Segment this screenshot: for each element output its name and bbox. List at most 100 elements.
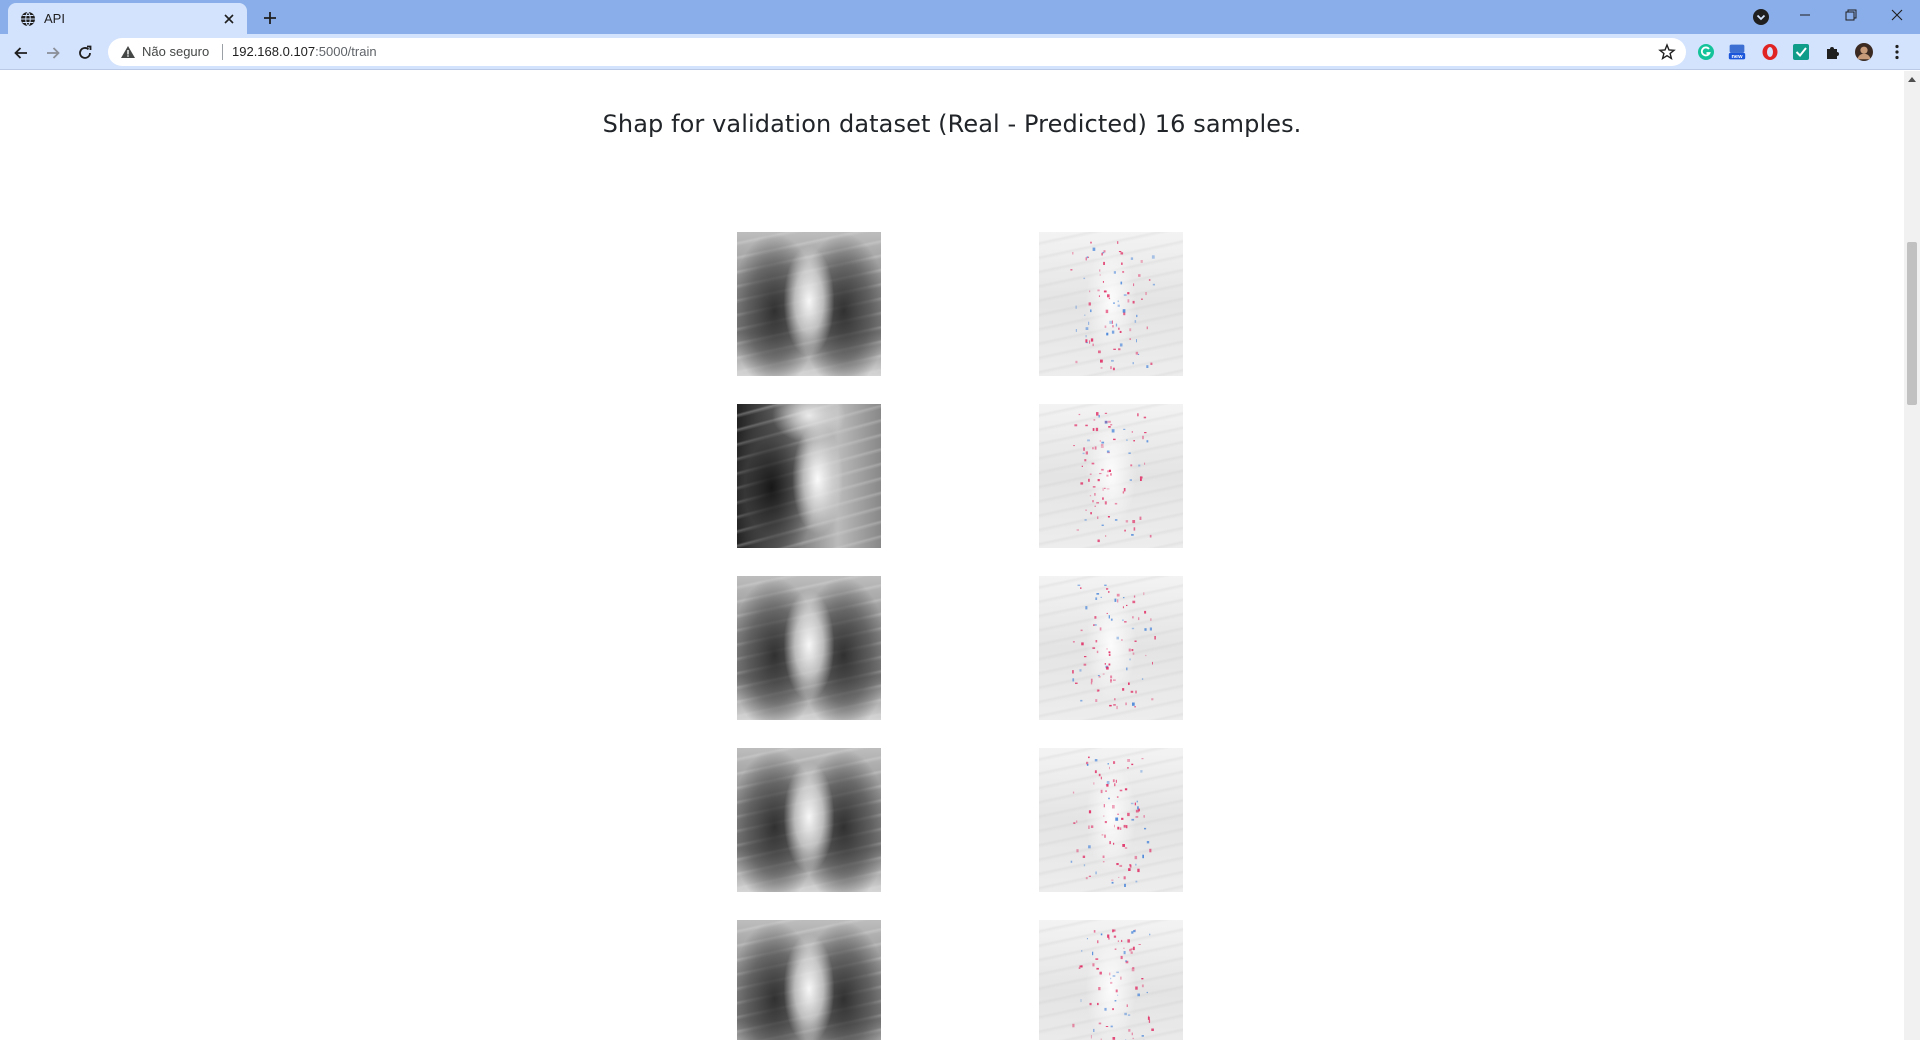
shap-speck (1099, 473, 1102, 475)
scrollbar-thumb[interactable] (1907, 242, 1917, 405)
security-label[interactable]: Não seguro (142, 44, 209, 60)
shap-speck (1129, 658, 1131, 661)
restore-icon[interactable] (1828, 0, 1874, 30)
warning-triangle-icon[interactable] (120, 44, 136, 60)
shap-speck (1078, 967, 1081, 969)
grammarly-icon[interactable] (1697, 43, 1715, 61)
address-bar[interactable]: Não seguro 192.168.0.107:5000/train (108, 38, 1686, 66)
shap-speck (1096, 650, 1099, 654)
shap-speck (1116, 863, 1119, 866)
star-icon[interactable] (1658, 43, 1676, 61)
shap-speck (1110, 424, 1113, 426)
shap-speck (1092, 428, 1095, 431)
shap-speck (1103, 804, 1105, 808)
shap-speck (1070, 269, 1073, 271)
shap-speck (1100, 446, 1104, 448)
shap-speck (1096, 412, 1099, 416)
shap-speck (1152, 283, 1155, 286)
scroll-up-arrow-icon[interactable] (1904, 71, 1920, 87)
shap-speck (1131, 534, 1134, 536)
shap-speck (1135, 986, 1138, 990)
minimize-icon[interactable] (1782, 0, 1828, 30)
url-text[interactable]: 192.168.0.107:5000/train (232, 44, 377, 60)
shap-speck (1095, 640, 1098, 643)
close-window-icon[interactable] (1874, 0, 1920, 30)
shap-speck (1152, 661, 1153, 665)
shap-speck (1083, 277, 1086, 280)
shap-speck (1131, 763, 1134, 766)
shap-speck (1141, 978, 1144, 980)
shap-speck (1075, 305, 1077, 309)
shap-speck (1111, 881, 1114, 884)
shap-speck (1131, 968, 1135, 972)
shap-speck (1126, 604, 1128, 606)
shap-speck (1116, 593, 1120, 597)
shap-speck (1099, 971, 1102, 975)
url-path: :5000/train (315, 44, 377, 59)
tab-search-icon[interactable] (1752, 8, 1770, 26)
shap-speck (1112, 975, 1116, 977)
shap-speck (1136, 800, 1138, 803)
arrow-left-icon[interactable] (10, 42, 32, 64)
puzzle-icon[interactable] (1824, 43, 1842, 61)
shap-speck (1135, 690, 1137, 694)
browser-tab[interactable]: API (8, 3, 247, 34)
shap-speck (1094, 446, 1097, 450)
shap-speck (1072, 791, 1075, 794)
shap-speck (1072, 1023, 1075, 1028)
checkmark-extension-icon[interactable] (1792, 43, 1810, 61)
shap-speck (1131, 818, 1135, 821)
shap-speck (1093, 1028, 1095, 1032)
shap-speck (1116, 971, 1119, 974)
shap-speck (1088, 810, 1092, 814)
kebab-menu-icon[interactable] (1888, 43, 1906, 61)
shap-speck (1088, 302, 1091, 306)
shap-speck (1131, 431, 1133, 433)
close-icon[interactable] (221, 11, 237, 27)
shap-speck (1080, 699, 1083, 702)
shap-speck (1116, 796, 1119, 798)
shap-speck (1132, 520, 1136, 524)
shap-speck (1104, 325, 1107, 328)
shap-speck (1120, 955, 1123, 960)
shap-speck (1112, 325, 1114, 328)
shap-speck (1114, 698, 1116, 701)
shap-speck (1090, 682, 1093, 685)
shap-speck (1085, 339, 1088, 343)
shap-speck (1092, 247, 1096, 251)
shap-speck (1151, 255, 1155, 259)
arrow-right-icon[interactable] (42, 42, 64, 64)
shap-map-image (1039, 576, 1183, 720)
shap-speck (1127, 299, 1130, 303)
shap-speck (1125, 960, 1127, 962)
shap-speck (1113, 302, 1115, 304)
shap-speck (1105, 535, 1107, 537)
shap-speck (1097, 479, 1100, 482)
shap-speck (1104, 412, 1108, 414)
shap-speck (1085, 877, 1088, 880)
extension-new-icon[interactable]: new (1728, 43, 1746, 61)
shap-speck (1094, 759, 1098, 762)
shap-speck (1091, 462, 1095, 465)
shap-speck (1123, 951, 1126, 955)
shap-speck (1123, 428, 1126, 430)
shap-speck (1138, 944, 1141, 945)
shap-speck (1124, 788, 1128, 791)
reload-icon[interactable] (74, 42, 96, 64)
shap-speck (1084, 656, 1087, 658)
shap-speck (1118, 876, 1120, 878)
shap-speck (1078, 413, 1081, 416)
shap-speck (1108, 937, 1110, 940)
shap-speck (1134, 320, 1137, 323)
shap-speck (1090, 338, 1094, 342)
opera-icon[interactable] (1761, 43, 1779, 61)
shap-speck (1132, 362, 1134, 365)
shap-speck (1095, 597, 1098, 600)
plus-icon[interactable] (260, 8, 280, 28)
shap-speck (1092, 486, 1096, 488)
vertical-scrollbar[interactable] (1904, 71, 1920, 1040)
shap-speck (1133, 527, 1136, 531)
shap-speck (1076, 849, 1079, 853)
profile-avatar-icon[interactable] (1855, 43, 1873, 61)
shap-speck (1108, 653, 1111, 656)
